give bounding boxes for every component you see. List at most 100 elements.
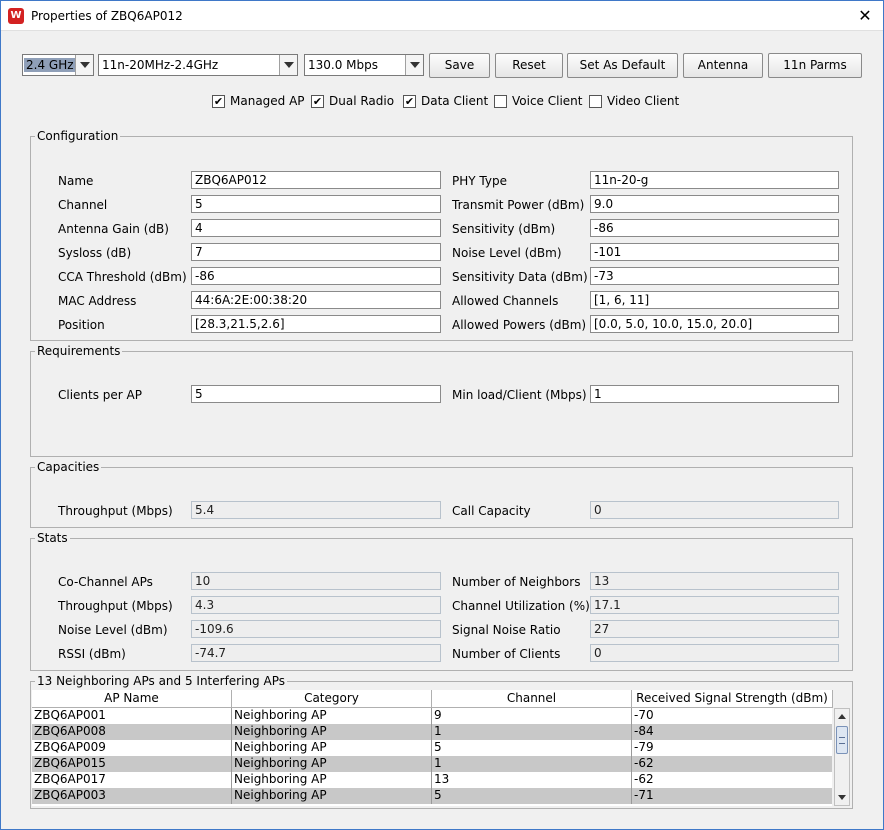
mode-select[interactable]: 11n-20MHz-2.4GHz (98, 54, 298, 76)
table-row[interactable]: ZBQ6AP008 Neighboring AP 1 -84 (32, 724, 832, 740)
table-cell: -62 (632, 756, 832, 772)
stats-throughput-mbps-label: Throughput (Mbps) (58, 599, 173, 613)
table-cell: Neighboring AP (232, 740, 432, 756)
scroll-up-arrow-icon[interactable] (835, 710, 849, 724)
capacity-throughput-label: Throughput (Mbps) (58, 504, 173, 518)
table-cell: -70 (632, 708, 832, 724)
table-row[interactable]: ZBQ6AP003 Neighboring AP 5 -71 (32, 788, 832, 804)
data-client-checkbox[interactable]: ✔ Data Client (403, 93, 489, 111)
min-load-label: Min load/Client (Mbps) (452, 388, 587, 402)
save-button[interactable]: Save (429, 53, 490, 78)
config-sensitivity-data-dbm-label: Sensitivity Data (dBm) (452, 270, 588, 284)
config-position-input[interactable]: [28.3,21.5,2.6] (191, 315, 441, 333)
stats-number-of-clients-label: Number of Clients (452, 647, 561, 661)
chevron-down-icon[interactable] (75, 55, 93, 75)
config-sensitivity-data-dbm-input[interactable]: -73 (590, 267, 839, 285)
chevron-down-icon[interactable] (279, 55, 297, 75)
close-button[interactable]: ✕ (855, 6, 875, 26)
stats-number-of-neighbors-value: 13 (590, 572, 839, 590)
table-cell: Neighboring AP (232, 788, 432, 804)
neighbors-table: AP Name Category Channel Received Signal… (32, 690, 850, 807)
config-allowed-powers-dbm-input[interactable]: [0.0, 5.0, 10.0, 15.0, 20.0] (590, 315, 839, 333)
checkbox-label: Data Client (421, 94, 489, 108)
clients-per-ap-input[interactable]: 5 (191, 385, 441, 403)
config-position-label: Position (58, 318, 105, 332)
config-channel-input[interactable]: 5 (191, 195, 441, 213)
stats-channel-utilization-value: 17.1 (590, 596, 839, 614)
table-cell: 5 (432, 788, 632, 804)
column-header-signal-strength[interactable]: Received Signal Strength (dBm) (632, 690, 833, 708)
configuration-group: Configuration (30, 129, 853, 341)
capacities-title: Capacities (35, 460, 102, 474)
column-header-channel[interactable]: Channel (432, 690, 632, 708)
checkbox-box[interactable]: ✔ (311, 95, 324, 108)
config-name-input[interactable]: ZBQ6AP012 (191, 171, 441, 189)
table-cell: Neighboring AP (232, 756, 432, 772)
reset-button[interactable]: Reset (495, 53, 563, 78)
dual-radio-checkbox[interactable]: ✔ Dual Radio (311, 93, 395, 111)
config-sensitivity-dbm-input[interactable]: -86 (590, 219, 839, 237)
checkbox-box[interactable]: ✔ (403, 95, 416, 108)
config-phy-type-input[interactable]: 11n-20-g (590, 171, 839, 189)
table-cell: -79 (632, 740, 832, 756)
checkbox-box[interactable] (589, 95, 602, 108)
table-row[interactable]: ZBQ6AP001 Neighboring AP 9 -70 (32, 708, 832, 724)
stats-signal-noise-ratio-label: Signal Noise Ratio (452, 623, 561, 637)
config-cca-threshold-dbm-input[interactable]: -86 (191, 267, 441, 285)
chevron-down-icon[interactable] (405, 55, 423, 75)
call-capacity-label: Call Capacity (452, 504, 531, 518)
app-icon: W (8, 8, 24, 24)
table-cell: 1 (432, 756, 632, 772)
table-scrollbar[interactable] (834, 708, 850, 806)
table-cell: -62 (632, 772, 832, 788)
column-header-category[interactable]: Category (232, 690, 432, 708)
window-title: Properties of ZBQ6AP012 (31, 9, 183, 23)
config-sysloss-db-label: Sysloss (dB) (58, 246, 132, 260)
band-select[interactable]: 2.4 GHz (22, 54, 94, 76)
config-noise-level-dbm-input[interactable]: -101 (590, 243, 839, 261)
video-client-checkbox[interactable]: Video Client (589, 93, 679, 111)
neighbors-title: 13 Neighboring APs and 5 Interfering APs (35, 674, 287, 688)
config-mac-address-label: MAC Address (58, 294, 137, 308)
config-transmit-power-dbm-input[interactable]: 9.0 (590, 195, 839, 213)
checkbox-box[interactable]: ✔ (212, 95, 225, 108)
11n-parms-button[interactable]: 11n Parms (768, 53, 862, 78)
stats-co-channel-aps-value: 10 (191, 572, 441, 590)
config-name-label: Name (58, 174, 94, 188)
stats-signal-noise-ratio-value: 27 (590, 620, 839, 638)
table-row[interactable]: ZBQ6AP009 Neighboring AP 5 -79 (32, 740, 832, 756)
min-load-input[interactable]: 1 (590, 385, 839, 403)
table-row[interactable]: ZBQ6AP017 Neighboring AP 13 -62 (32, 772, 832, 788)
stats-number-of-clients-value: 0 (590, 644, 839, 662)
checkbox-label: Voice Client (512, 94, 583, 108)
column-header-ap-name[interactable]: AP Name (32, 690, 232, 708)
config-cca-threshold-dbm-label: CCA Threshold (dBm) (58, 270, 187, 284)
stats-noise-level-dbm-value: -109.6 (191, 620, 441, 638)
scroll-down-arrow-icon[interactable] (835, 790, 849, 804)
rate-select[interactable]: 130.0 Mbps (304, 54, 424, 76)
config-allowed-channels-input[interactable]: [1, 6, 11] (590, 291, 839, 309)
config-allowed-powers-dbm-label: Allowed Powers (dBm) (452, 318, 587, 332)
table-cell: Neighboring AP (232, 708, 432, 724)
table-row[interactable]: ZBQ6AP015 Neighboring AP 1 -62 (32, 756, 832, 772)
table-cell: ZBQ6AP003 (32, 788, 232, 804)
scrollbar-thumb[interactable] (836, 726, 848, 754)
config-transmit-power-dbm-label: Transmit Power (dBm) (452, 198, 585, 212)
stats-noise-level-dbm-label: Noise Level (dBm) (58, 623, 168, 637)
stats-rssi-dbm-value: -74.7 (191, 644, 441, 662)
config-mac-address-input[interactable]: 44:6A:2E:00:38:20 (191, 291, 441, 309)
options-row: ✔ Managed AP ✔ Dual Radio ✔ Data Client … (1, 93, 884, 111)
managed-ap-checkbox[interactable]: ✔ Managed AP (212, 93, 305, 111)
voice-client-checkbox[interactable]: Voice Client (494, 93, 583, 111)
table-cell: 1 (432, 724, 632, 740)
table-cell: -71 (632, 788, 832, 804)
config-sysloss-db-input[interactable]: 7 (191, 243, 441, 261)
table-cell: Neighboring AP (232, 724, 432, 740)
set-as-default-button[interactable]: Set As Default (567, 53, 678, 78)
config-channel-label: Channel (58, 198, 108, 212)
antenna-button[interactable]: Antenna (683, 53, 763, 78)
config-sensitivity-dbm-label: Sensitivity (dBm) (452, 222, 556, 236)
config-antenna-gain-db-input[interactable]: 4 (191, 219, 441, 237)
capacity-throughput-value: 5.4 (191, 501, 441, 519)
checkbox-box[interactable] (494, 95, 507, 108)
